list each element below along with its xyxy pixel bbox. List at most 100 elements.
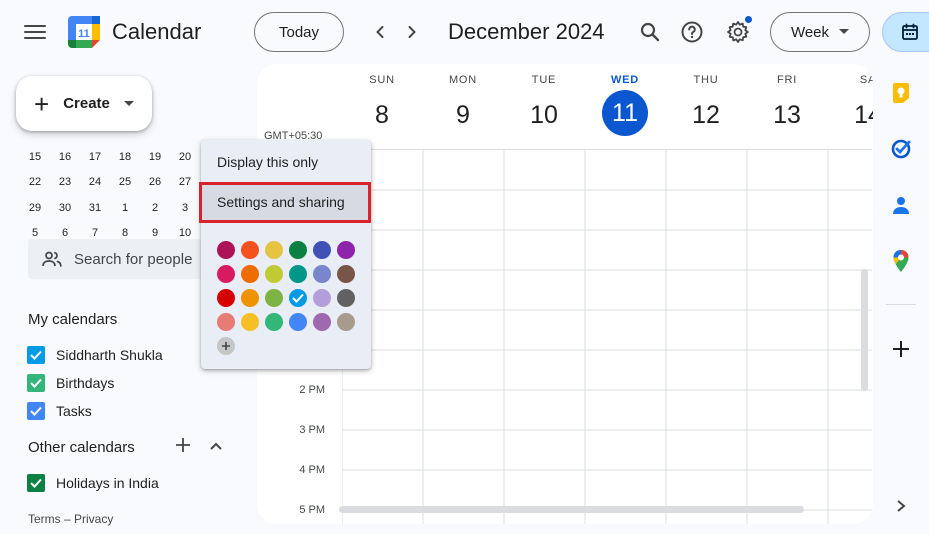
checkbox-checked[interactable] bbox=[27, 402, 45, 420]
expand-side-panel-button[interactable] bbox=[889, 494, 913, 518]
mini-calendar-day[interactable]: 9 bbox=[140, 227, 170, 239]
color-swatch[interactable] bbox=[337, 265, 355, 283]
maps-icon[interactable] bbox=[889, 249, 913, 273]
time-grid[interactable] bbox=[342, 149, 872, 524]
previous-week-button[interactable] bbox=[366, 18, 394, 46]
day-header-mon[interactable]: MON 9 bbox=[423, 74, 503, 138]
checkbox-checked[interactable] bbox=[27, 346, 45, 364]
color-swatch[interactable] bbox=[265, 313, 283, 331]
color-swatch[interactable] bbox=[241, 241, 259, 259]
add-other-calendar-button[interactable] bbox=[174, 436, 194, 456]
tasks-icon[interactable] bbox=[889, 137, 913, 161]
collapse-other-calendars-button[interactable] bbox=[207, 437, 227, 457]
color-swatch[interactable] bbox=[313, 289, 331, 307]
mini-calendar-day[interactable]: 26 bbox=[140, 176, 170, 188]
mini-calendar-day[interactable]: 20 bbox=[170, 151, 200, 163]
mini-calendar-day[interactable]: 2 bbox=[140, 202, 170, 214]
checkbox-checked[interactable] bbox=[27, 474, 45, 492]
color-swatch[interactable] bbox=[337, 241, 355, 259]
color-swatch[interactable] bbox=[313, 265, 331, 283]
day-header-wed[interactable]: WED 11 bbox=[585, 74, 665, 136]
mini-calendar-day[interactable]: 22 bbox=[20, 176, 50, 188]
color-swatch[interactable] bbox=[289, 265, 307, 283]
search-people-input[interactable]: Search for people bbox=[28, 239, 208, 279]
notification-dot bbox=[745, 16, 752, 23]
color-swatch[interactable] bbox=[289, 241, 307, 259]
time-label: 3 PM bbox=[299, 424, 325, 436]
create-button[interactable]: + Create bbox=[16, 76, 152, 131]
calendar-item-holidays-in-india[interactable]: Holidays in India bbox=[27, 474, 159, 492]
color-swatch[interactable] bbox=[241, 265, 259, 283]
color-swatch[interactable] bbox=[217, 313, 235, 331]
day-number[interactable]: 13 bbox=[764, 92, 810, 138]
checkbox-checked[interactable] bbox=[27, 374, 45, 392]
horizontal-scrollbar[interactable] bbox=[339, 506, 804, 513]
today-button[interactable]: Today bbox=[254, 12, 344, 52]
color-swatch[interactable] bbox=[217, 265, 235, 283]
keep-icon[interactable] bbox=[889, 81, 913, 105]
color-swatch[interactable] bbox=[313, 313, 331, 331]
day-header-sat[interactable]: SA 14 bbox=[828, 74, 873, 138]
mini-calendar-day[interactable]: 19 bbox=[140, 151, 170, 163]
mini-calendar-day[interactable]: 18 bbox=[110, 151, 140, 163]
mini-calendar-day[interactable]: 16 bbox=[50, 151, 80, 163]
view-switcher-button[interactable]: Week bbox=[770, 12, 870, 52]
day-number[interactable]: 8 bbox=[359, 92, 405, 138]
day-header-tue[interactable]: TUE 10 bbox=[504, 74, 584, 138]
mini-calendar-day[interactable]: 29 bbox=[20, 202, 50, 214]
add-custom-color-button[interactable] bbox=[217, 337, 235, 355]
mini-calendar-day[interactable]: 5 bbox=[20, 227, 50, 239]
other-calendars-title[interactable]: Other calendars bbox=[28, 439, 135, 456]
day-header-sun[interactable]: SUN 8 bbox=[342, 74, 422, 138]
day-number[interactable]: 9 bbox=[440, 92, 486, 138]
mini-calendar-day[interactable]: 23 bbox=[50, 176, 80, 188]
day-number[interactable]: 14 bbox=[845, 92, 873, 138]
color-swatch[interactable] bbox=[289, 313, 307, 331]
color-swatch[interactable] bbox=[241, 313, 259, 331]
color-swatch[interactable] bbox=[265, 265, 283, 283]
mini-calendar-day[interactable]: 10 bbox=[170, 227, 200, 239]
help-button[interactable] bbox=[677, 17, 707, 47]
day-number-today[interactable]: 11 bbox=[602, 90, 648, 136]
day-header-fri[interactable]: FRI 13 bbox=[747, 74, 827, 138]
color-swatch[interactable] bbox=[265, 289, 283, 307]
menu-item-settings-and-sharing[interactable]: Settings and sharing bbox=[201, 184, 371, 220]
terms-privacy-links[interactable]: Terms – Privacy bbox=[28, 512, 113, 526]
color-swatch[interactable] bbox=[265, 241, 283, 259]
mini-calendar-day[interactable]: 27 bbox=[170, 176, 200, 188]
mini-calendar-day[interactable]: 25 bbox=[110, 176, 140, 188]
search-button[interactable] bbox=[635, 17, 665, 47]
color-swatch[interactable] bbox=[241, 289, 259, 307]
calendar-view-toggle[interactable] bbox=[882, 12, 929, 52]
calendar-item-tasks[interactable]: Tasks bbox=[27, 402, 92, 420]
day-header-thu[interactable]: THU 12 bbox=[666, 74, 746, 138]
color-swatch[interactable] bbox=[337, 313, 355, 331]
day-number[interactable]: 12 bbox=[683, 92, 729, 138]
mini-calendar-day[interactable]: 6 bbox=[50, 227, 80, 239]
mini-calendar-day[interactable]: 15 bbox=[20, 151, 50, 163]
mini-calendar-day[interactable]: 17 bbox=[80, 151, 110, 163]
get-addons-button[interactable] bbox=[889, 337, 913, 361]
color-swatch[interactable] bbox=[337, 289, 355, 307]
day-number[interactable]: 10 bbox=[521, 92, 567, 138]
mini-calendar-day[interactable]: 24 bbox=[80, 176, 110, 188]
mini-calendar-day[interactable]: 8 bbox=[110, 227, 140, 239]
calendar-item-birthdays[interactable]: Birthdays bbox=[27, 374, 114, 392]
calendar-item-siddharth-shukla[interactable]: Siddharth Shukla bbox=[27, 346, 163, 364]
contacts-icon[interactable] bbox=[889, 193, 913, 217]
vertical-scrollbar[interactable] bbox=[861, 269, 868, 391]
mini-calendar-day[interactable]: 30 bbox=[50, 202, 80, 214]
mini-calendar-day[interactable]: 3 bbox=[170, 202, 200, 214]
mini-calendar-day[interactable]: 7 bbox=[80, 227, 110, 239]
color-swatch[interactable] bbox=[289, 289, 307, 307]
mini-calendar-day[interactable]: 1 bbox=[110, 202, 140, 214]
main-menu-button[interactable] bbox=[24, 22, 46, 42]
color-swatch[interactable] bbox=[217, 289, 235, 307]
color-swatch[interactable] bbox=[217, 241, 235, 259]
mini-calendar-day[interactable]: 31 bbox=[80, 202, 110, 214]
color-swatch[interactable] bbox=[313, 241, 331, 259]
my-calendars-title[interactable]: My calendars bbox=[28, 311, 117, 328]
check-icon bbox=[30, 350, 42, 360]
menu-item-display-this-only[interactable]: Display this only bbox=[201, 144, 371, 180]
next-week-button[interactable] bbox=[398, 18, 426, 46]
